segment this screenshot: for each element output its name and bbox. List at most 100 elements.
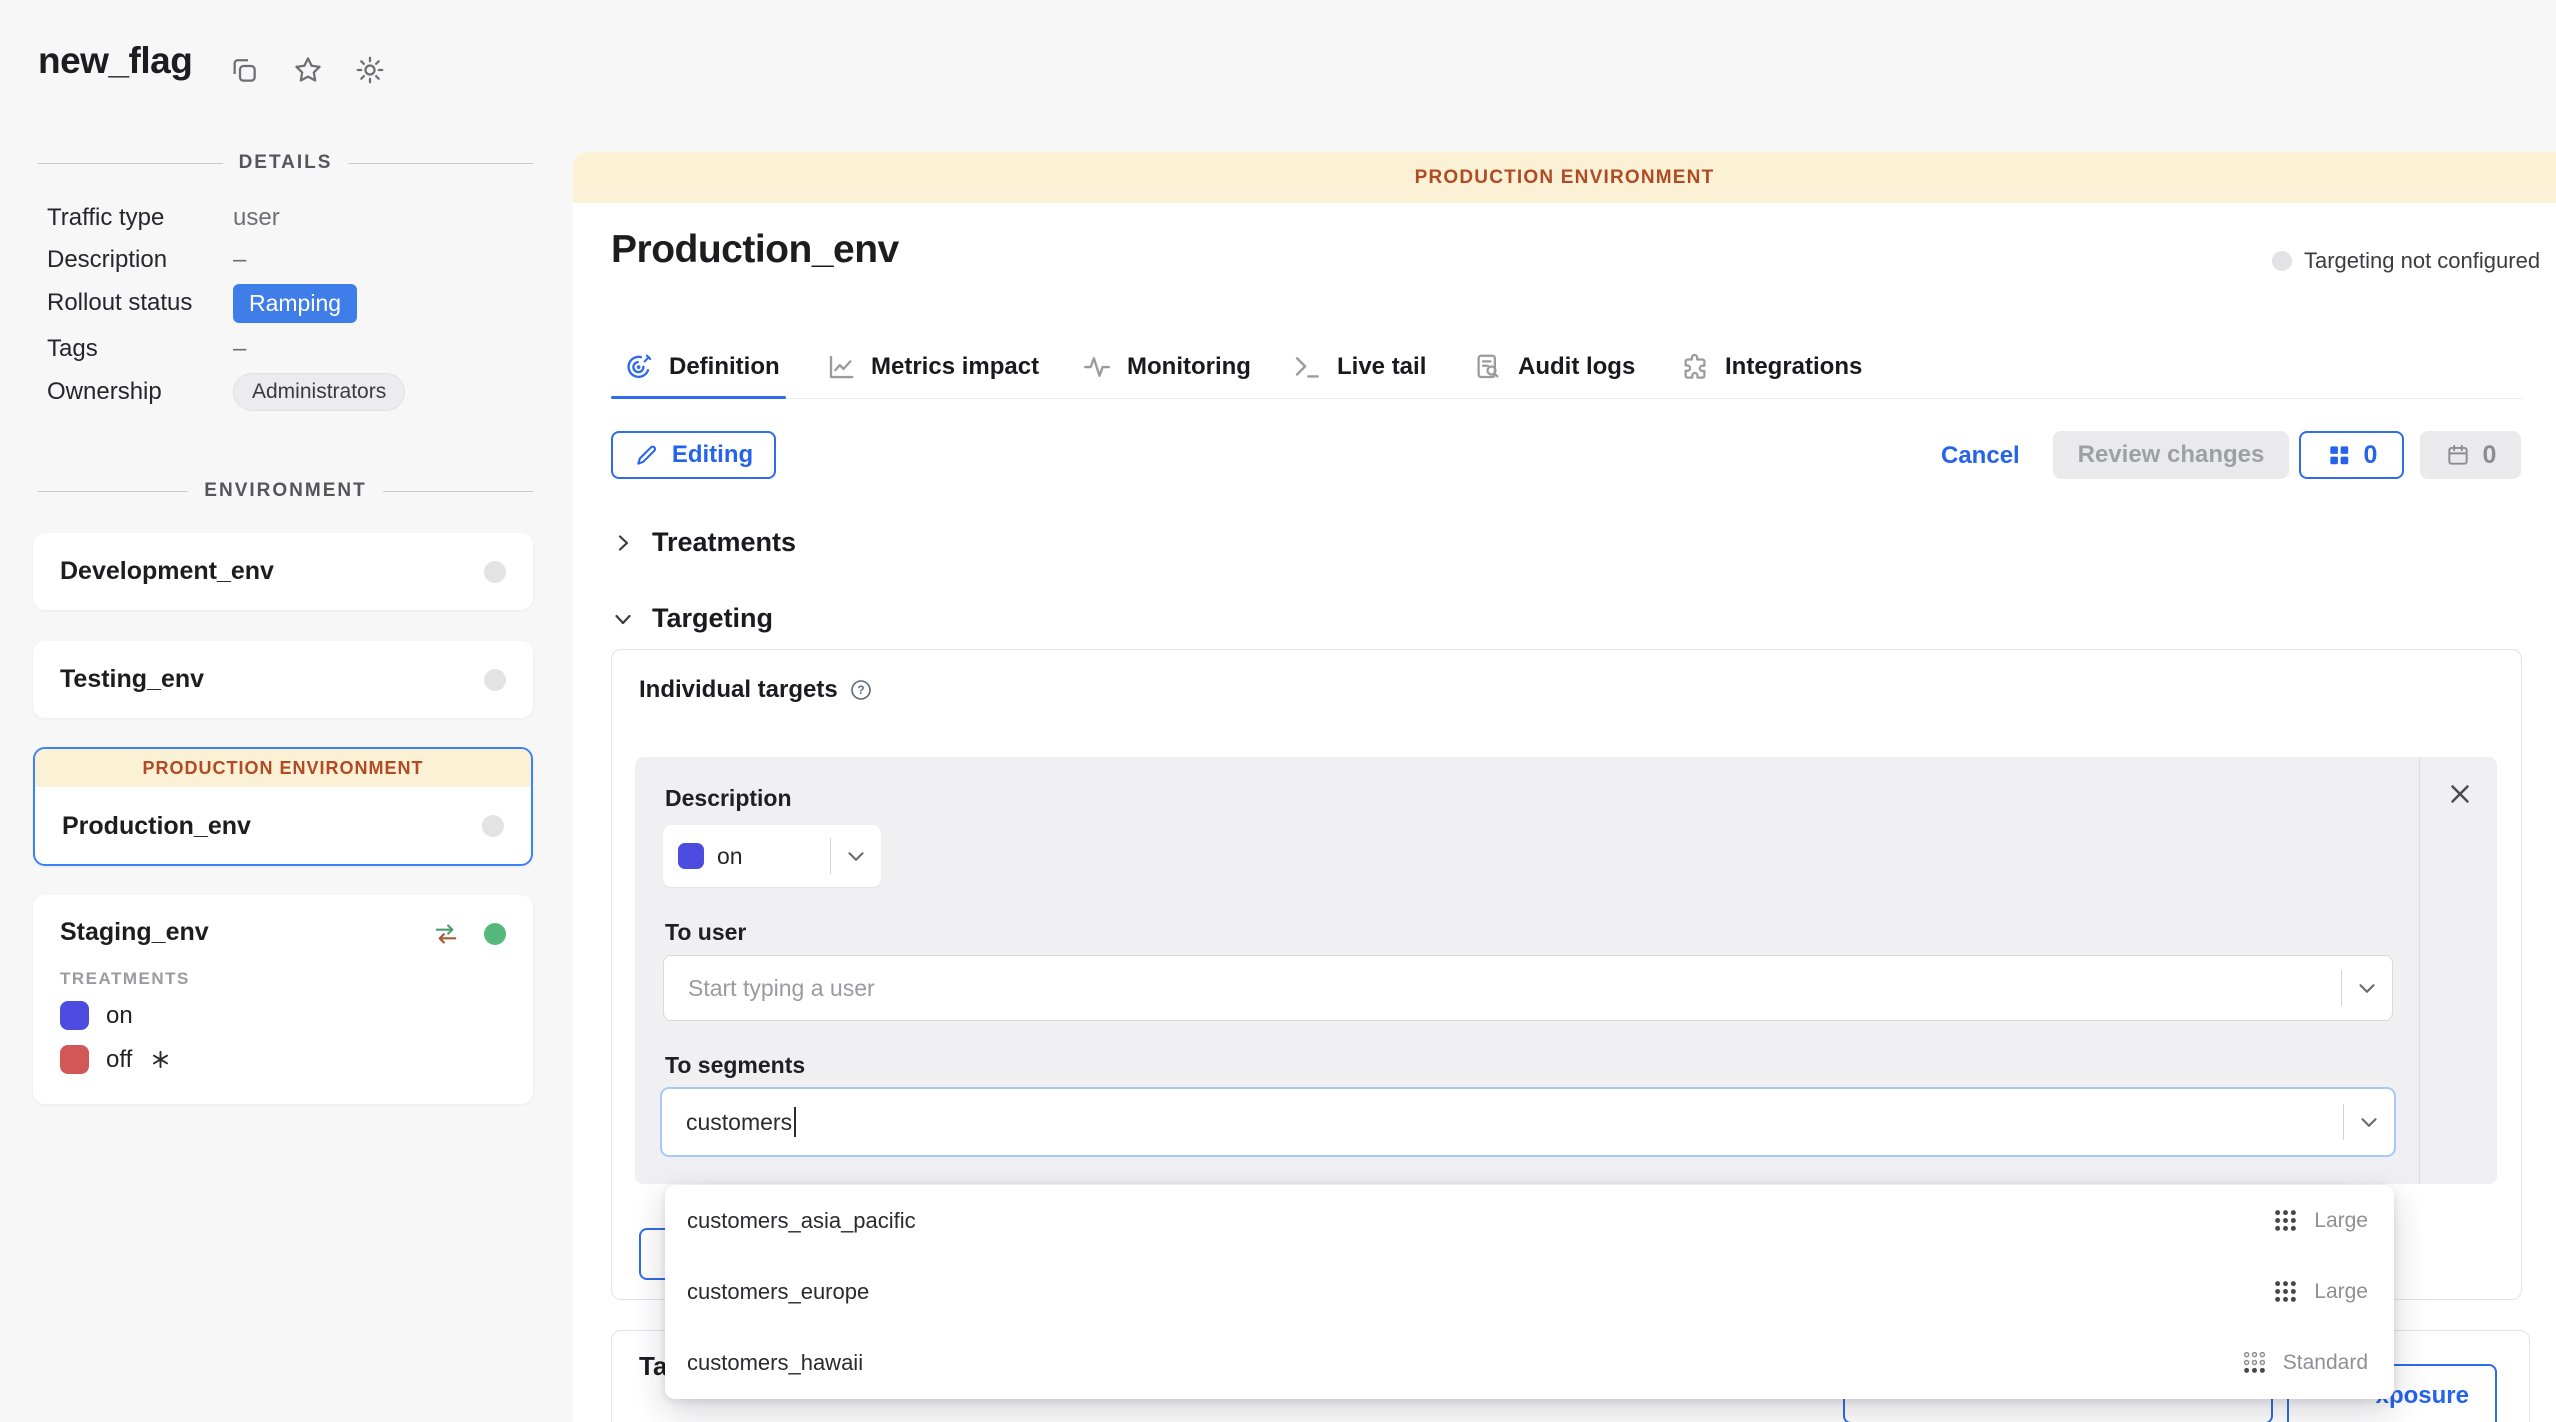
help-icon[interactable]: ?: [850, 679, 872, 701]
close-icon[interactable]: [2445, 779, 2475, 809]
treatments-section-header[interactable]: Treatments: [611, 527, 796, 558]
tab-label: Monitoring: [1127, 353, 1251, 381]
detail-row-rollout-status: Rollout status Ramping: [47, 283, 533, 323]
env-name: Development_env: [60, 557, 274, 586]
star-icon[interactable]: [292, 54, 324, 86]
detail-label: Tags: [47, 335, 233, 363]
env-status-dot: [482, 815, 504, 837]
treatment-select[interactable]: on: [663, 825, 881, 887]
env-name: Production_env: [62, 812, 251, 841]
tabs-divider: [611, 398, 2522, 399]
env-status-dot: [484, 561, 506, 583]
audit-document-icon: [1473, 352, 1503, 382]
targeting-section-title: Targeting: [652, 603, 773, 634]
ownership-pill[interactable]: Administrators: [233, 373, 405, 411]
grid-icon: [2326, 442, 2352, 468]
rule-box-divider: [2419, 757, 2420, 1184]
text-caret: [794, 1107, 796, 1137]
to-user-input-wrap: [663, 955, 2393, 1021]
review-changes-button[interactable]: Review changes: [2053, 431, 2289, 479]
tab-metrics-impact[interactable]: Metrics impact: [826, 336, 1039, 398]
env-status-dot: [484, 669, 506, 691]
active-tab-indicator: [611, 396, 786, 399]
env-card-development[interactable]: Development_env: [33, 533, 533, 610]
segment-option-asia-pacific[interactable]: customers_asia_pacific Large: [665, 1185, 2394, 1256]
tab-integrations[interactable]: Integrations: [1680, 336, 1862, 398]
tab-monitoring[interactable]: Monitoring: [1082, 336, 1251, 398]
editing-label: Editing: [672, 441, 753, 469]
pulse-icon: [1082, 352, 1112, 382]
layout-count: 0: [2364, 441, 2378, 470]
flag-detail-page: new_flag DETAILS Traffic type user Descr…: [0, 0, 2556, 1422]
default-treatment-asterisk-icon: [149, 1048, 172, 1071]
editing-button[interactable]: Editing: [611, 431, 776, 479]
swap-arrows-icon: [433, 921, 459, 947]
detail-row-ownership: Ownership Administrators: [47, 372, 533, 412]
status-dot: [2272, 251, 2292, 271]
segment-option-hawaii[interactable]: customers_hawaii Standard: [665, 1327, 2394, 1398]
tab-label: Definition: [669, 353, 780, 381]
treatment-on-swatch: [60, 1001, 89, 1030]
schedule-count-button[interactable]: 0: [2420, 431, 2521, 479]
env-card-staging[interactable]: Staging_env TREATMENTS on off: [33, 895, 533, 1104]
treatment-off-swatch: [60, 1045, 89, 1074]
detail-row-tags: Tags –: [47, 329, 533, 369]
to-user-input[interactable]: [664, 975, 2341, 1002]
tab-live-tail[interactable]: Live tail: [1292, 336, 1426, 398]
metrics-chart-icon: [826, 352, 856, 382]
cancel-link[interactable]: Cancel: [1941, 442, 2020, 470]
tab-label: Metrics impact: [871, 353, 1039, 381]
individual-targets-heading: Individual targets ?: [639, 676, 872, 704]
detail-row-traffic-type: Traffic type user: [47, 198, 533, 238]
treatment-color-swatch: [678, 843, 704, 869]
gear-icon[interactable]: [354, 54, 386, 86]
segments-input-value: customers: [662, 1109, 792, 1136]
pencil-icon: [634, 442, 660, 468]
target-rule-box: Description on To user: [635, 757, 2497, 1184]
treatments-heading: TREATMENTS: [60, 969, 190, 989]
input-divider: [2341, 970, 2342, 1006]
detail-label: Description: [47, 246, 233, 274]
tab-definition[interactable]: Definition: [624, 336, 780, 398]
to-segments-label: To segments: [665, 1052, 805, 1079]
terminal-icon: [1292, 352, 1322, 382]
definition-target-icon: [624, 352, 654, 382]
segment-option-europe[interactable]: customers_europe Large: [665, 1256, 2394, 1327]
page-title: Production_env: [611, 228, 899, 272]
detail-value: –: [233, 246, 246, 274]
environment-heading: ENVIRONMENT: [204, 480, 366, 502]
tab-label: Audit logs: [1518, 353, 1635, 381]
treatment-off-row: off: [60, 1045, 172, 1074]
chevron-down-icon[interactable]: [2356, 1109, 2382, 1135]
copy-icon[interactable]: [228, 54, 260, 86]
calendar-icon: [2445, 442, 2471, 468]
detail-value: –: [233, 335, 246, 363]
detail-row-description: Description –: [47, 240, 533, 280]
rollout-status-badge[interactable]: Ramping: [233, 284, 357, 323]
flag-name: new_flag: [38, 40, 192, 82]
to-segments-input[interactable]: customers: [660, 1087, 2396, 1157]
schedule-count: 0: [2483, 441, 2497, 470]
svg-text:?: ?: [857, 685, 864, 697]
env-card-testing[interactable]: Testing_env: [33, 641, 533, 718]
env-name: Testing_env: [60, 665, 204, 694]
env-name: Staging_env: [60, 918, 209, 947]
treatment-select-value: on: [717, 843, 830, 870]
input-divider: [2343, 1104, 2344, 1140]
targeting-section-header[interactable]: Targeting: [611, 603, 773, 634]
detail-value: user: [233, 204, 280, 232]
targeting-status: Targeting not configured: [2272, 248, 2540, 274]
detail-label: Traffic type: [47, 204, 233, 232]
segment-standard-grid-icon: [2241, 1349, 2268, 1376]
status-text: Targeting not configured: [2304, 248, 2540, 274]
puzzle-icon: [1680, 352, 1710, 382]
tab-label: Live tail: [1337, 353, 1426, 381]
treatments-section-title: Treatments: [652, 527, 796, 558]
description-label: Description: [665, 785, 792, 812]
tab-label: Integrations: [1725, 353, 1862, 381]
env-card-production[interactable]: PRODUCTION ENVIRONMENT Production_env: [33, 747, 533, 866]
production-env-banner: PRODUCTION ENVIRONMENT: [35, 749, 531, 787]
layout-count-button[interactable]: 0: [2299, 431, 2404, 479]
chevron-down-icon[interactable]: [2354, 975, 2380, 1001]
tab-audit-logs[interactable]: Audit logs: [1473, 336, 1635, 398]
